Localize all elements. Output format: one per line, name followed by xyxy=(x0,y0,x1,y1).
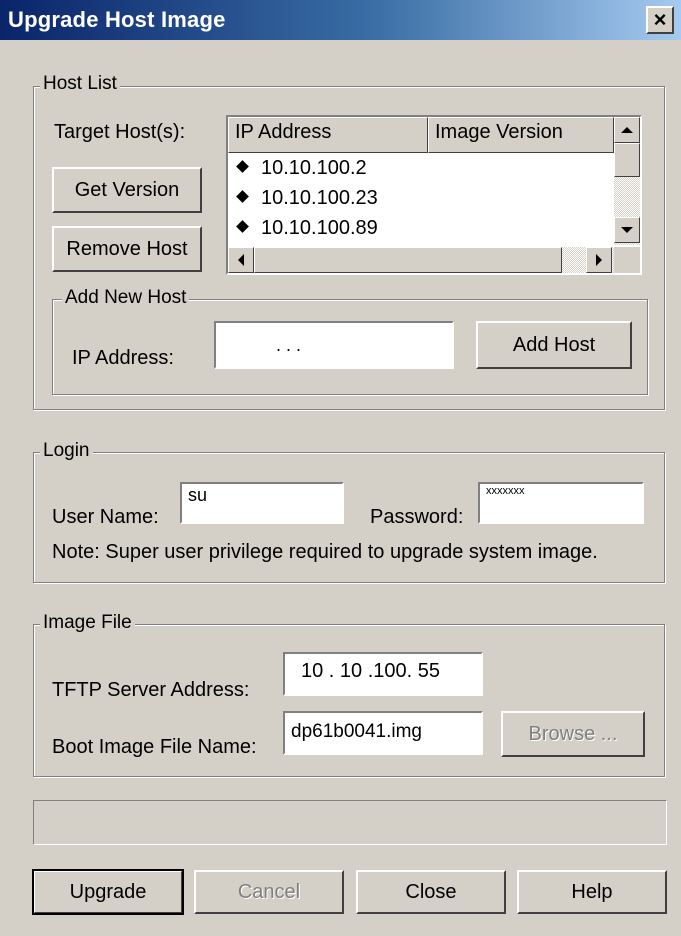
vertical-scroll-thumb[interactable] xyxy=(614,143,640,177)
bullet-icon xyxy=(236,220,249,233)
column-header-ip[interactable]: IP Address xyxy=(228,117,428,153)
close-button[interactable]: Close xyxy=(356,870,506,914)
add-host-button[interactable]: Add Host xyxy=(476,321,632,369)
scroll-right-button[interactable] xyxy=(586,247,612,273)
scroll-right-icon xyxy=(596,254,602,266)
get-version-button[interactable]: Get Version xyxy=(52,167,202,213)
password-label: Password: xyxy=(370,506,464,528)
close-icon: × xyxy=(653,7,667,32)
vertical-scrollbar[interactable] xyxy=(614,117,640,245)
column-header-version[interactable]: Image Version xyxy=(428,117,614,153)
list-item[interactable]: 10.10.100.89 xyxy=(228,213,612,243)
help-button[interactable]: Help xyxy=(517,870,667,914)
ip-address-input[interactable]: . . . xyxy=(214,321,454,369)
boot-image-label: Boot Image File Name: xyxy=(52,736,257,758)
host-list-view[interactable]: IP Address Image Version 10.10.100.2 10.… xyxy=(226,115,642,275)
login-legend: Login xyxy=(40,441,93,461)
scroll-left-icon xyxy=(238,254,244,266)
remove-host-button[interactable]: Remove Host xyxy=(52,226,202,272)
scroll-up-icon xyxy=(621,127,633,133)
password-input[interactable]: xxxxxxx xyxy=(478,482,644,524)
cancel-button[interactable]: Cancel xyxy=(194,870,344,914)
host-rows: 10.10.100.2 10.10.100.23 10.10.100.89 xyxy=(228,153,612,249)
list-item[interactable]: 10.10.100.23 xyxy=(228,183,612,213)
image-file-legend: Image File xyxy=(40,613,135,633)
close-window-button[interactable]: × xyxy=(646,6,674,34)
user-name-label: User Name: xyxy=(52,506,159,528)
window-title: Upgrade Host Image xyxy=(8,7,226,32)
horizontal-scrollbar[interactable] xyxy=(228,247,614,273)
scroll-down-button[interactable] xyxy=(614,217,640,243)
target-hosts-label: Target Host(s): xyxy=(54,121,186,143)
host-ip: 10.10.100.2 xyxy=(261,157,367,179)
status-panel xyxy=(33,800,667,845)
horizontal-scroll-thumb[interactable] xyxy=(254,247,562,273)
host-ip: 10.10.100.23 xyxy=(261,187,378,209)
scroll-corner xyxy=(614,247,640,273)
list-item[interactable]: 10.10.100.2 xyxy=(228,153,612,183)
scroll-down-icon xyxy=(621,227,633,233)
upgrade-button[interactable]: Upgrade xyxy=(32,869,184,915)
boot-image-input[interactable]: dp61b0041.img xyxy=(283,711,483,755)
host-list-legend: Host List xyxy=(40,74,120,94)
title-bar[interactable]: Upgrade Host Image × xyxy=(0,0,681,40)
ip-address-label: IP Address: xyxy=(72,347,174,369)
scroll-up-button[interactable] xyxy=(614,117,640,143)
add-new-host-legend: Add New Host xyxy=(62,288,190,308)
tftp-server-input[interactable]: 10 . 10 .100. 55 xyxy=(283,652,483,696)
bullet-icon xyxy=(236,160,249,173)
privilege-note: Note: Super user privilege required to u… xyxy=(52,541,598,563)
tftp-server-label: TFTP Server Address: xyxy=(52,679,250,701)
browse-button[interactable]: Browse ... xyxy=(501,711,645,757)
user-name-input[interactable]: su xyxy=(180,482,344,524)
scroll-left-button[interactable] xyxy=(228,247,254,273)
bullet-icon xyxy=(236,190,249,203)
host-ip: 10.10.100.89 xyxy=(261,217,378,239)
